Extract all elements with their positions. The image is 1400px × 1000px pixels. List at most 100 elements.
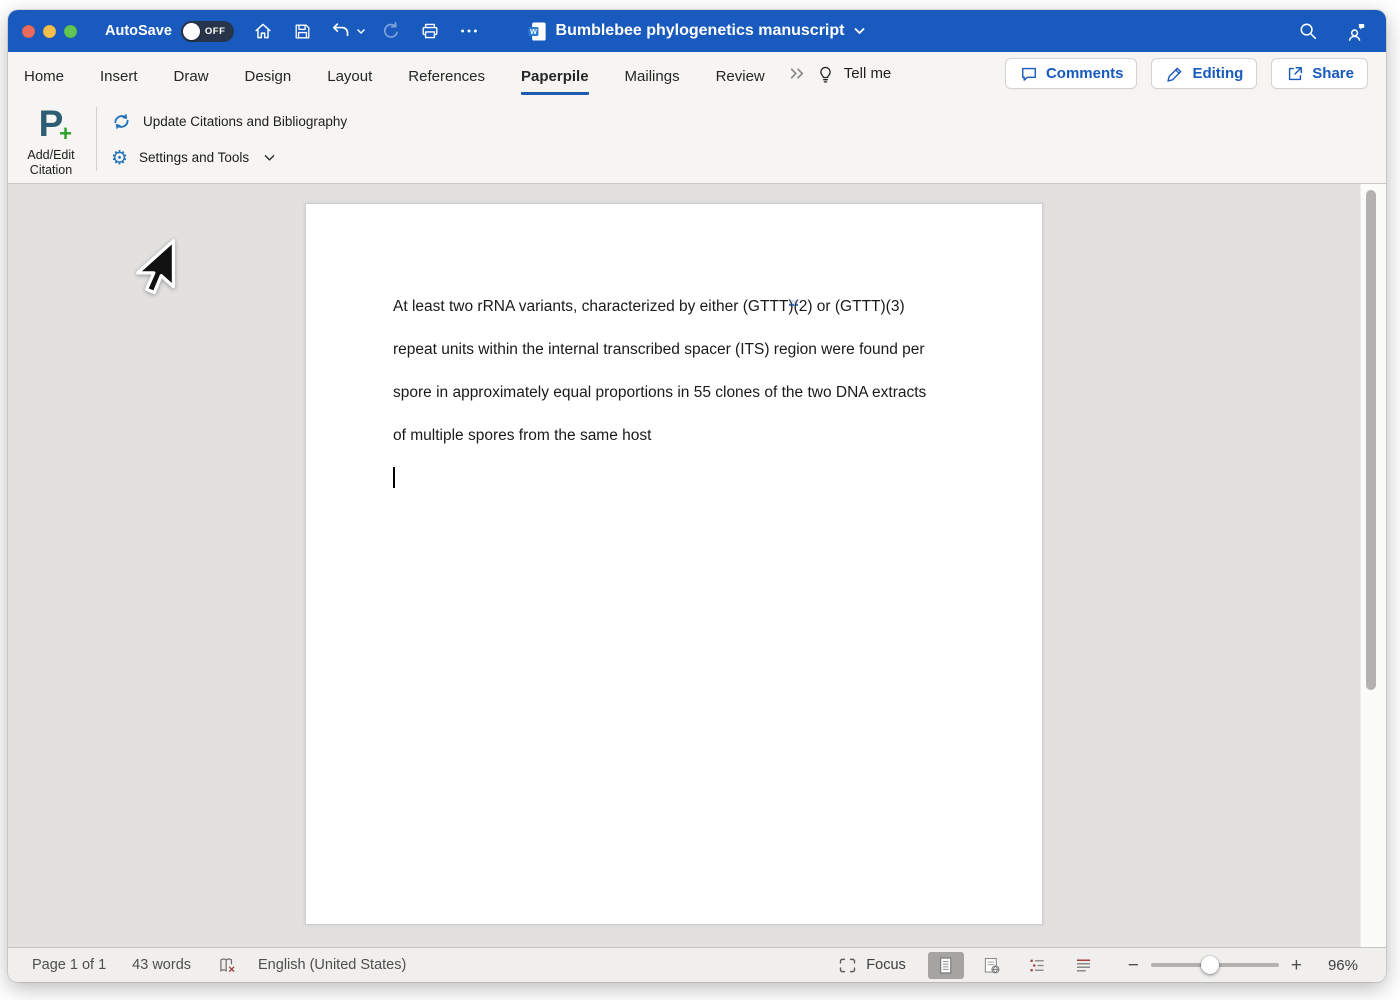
zoom-in-button[interactable]: + (1291, 956, 1302, 975)
traffic-lights (22, 25, 77, 38)
doc-line-1: At least two rRNA variants, characterize… (393, 285, 958, 328)
tab-layout[interactable]: Layout (327, 56, 372, 95)
account-presence-button[interactable] (1343, 18, 1370, 45)
outline-view-icon (1027, 955, 1048, 976)
ribbon-tabs-row: Home Insert Draw Design Layout Reference… (8, 52, 1386, 95)
share-label: Share (1312, 65, 1354, 82)
editing-label: Editing (1192, 65, 1243, 82)
focus-button[interactable]: Focus (837, 955, 906, 976)
redo-button[interactable] (378, 18, 405, 45)
search-button[interactable] (1294, 18, 1321, 45)
title-chevron-down-icon (853, 27, 865, 35)
pencil-icon (1165, 64, 1185, 84)
autosave-toggle[interactable]: OFF (181, 21, 234, 42)
svg-text:W: W (530, 27, 537, 36)
document-page[interactable]: At least two rRNA variants, characterize… (305, 203, 1043, 925)
doc-line-5 (393, 457, 958, 500)
tab-draw[interactable]: Draw (174, 56, 209, 95)
draft-view-icon (1073, 955, 1094, 976)
person-chat-icon (1345, 20, 1368, 43)
home-button[interactable] (250, 18, 277, 45)
paperpile-logo-icon: P+ (31, 104, 71, 144)
paperpile-logo-plus: + (59, 121, 72, 147)
citation-field-marker[interactable]: )( (788, 298, 798, 315)
language-selector[interactable]: English (United States) (258, 957, 406, 973)
ellipsis-icon (458, 20, 480, 42)
tab-mailings[interactable]: Mailings (625, 56, 680, 95)
gear-icon: ⚙ (111, 148, 128, 168)
comments-label: Comments (1046, 65, 1124, 82)
tab-insert[interactable]: Insert (100, 56, 138, 95)
autosave-label: AutoSave (105, 23, 172, 39)
save-icon (292, 21, 313, 42)
vertical-scrollbar-thumb[interactable] (1366, 190, 1376, 690)
zoom-controls: − + 96% (1128, 956, 1358, 975)
editing-mode-button[interactable]: Editing (1151, 58, 1257, 89)
tell-me-button[interactable]: Tell me (815, 63, 892, 85)
web-layout-icon (981, 955, 1002, 976)
zoom-out-button[interactable]: − (1128, 956, 1139, 975)
toggle-knob (183, 23, 200, 40)
fullscreen-button[interactable] (64, 25, 77, 38)
autosave-control: AutoSave OFF (105, 21, 234, 42)
settings-chevron-down-icon (264, 154, 275, 162)
document-title: Bumblebee phylogenetics manuscript (556, 22, 845, 40)
add-edit-citation-label-line2: Citation (27, 163, 74, 178)
minimize-button[interactable] (43, 25, 56, 38)
print-button[interactable] (417, 18, 444, 45)
save-button[interactable] (289, 18, 316, 45)
tab-paperpile[interactable]: Paperpile (521, 56, 589, 95)
settings-tools-button[interactable]: ⚙ Settings and Tools (111, 148, 347, 168)
add-edit-citation-button[interactable]: P+ Add/Edit Citation (18, 95, 84, 183)
word-window: AutoSave OFF (8, 10, 1386, 982)
tell-me-label: Tell me (844, 65, 892, 82)
undo-button[interactable] (328, 18, 355, 45)
doc-line-3: spore in approximately equal proportions… (393, 371, 958, 414)
close-button[interactable] (22, 25, 35, 38)
outline-view-button[interactable] (1020, 952, 1056, 979)
focus-label: Focus (866, 957, 906, 973)
refresh-sync-icon (111, 111, 132, 132)
page-indicator[interactable]: Page 1 of 1 (32, 957, 106, 973)
status-bar: Page 1 of 1 43 words English (United Sta… (8, 947, 1386, 982)
proofing-status-button[interactable] (217, 955, 238, 976)
printer-icon (419, 20, 441, 42)
tab-design[interactable]: Design (245, 56, 292, 95)
word-count[interactable]: 43 words (132, 957, 191, 973)
update-citations-label: Update Citations and Bibliography (143, 114, 347, 129)
titlebar: AutoSave OFF (8, 10, 1386, 52)
web-layout-view-button[interactable] (974, 952, 1010, 979)
comments-button[interactable]: Comments (1005, 58, 1138, 89)
zoom-level[interactable]: 96% (1314, 957, 1358, 974)
vertical-scrollbar-track[interactable] (1360, 184, 1386, 947)
zoom-slider-thumb[interactable] (1201, 956, 1219, 974)
doc-line-1-post: 2) or (GTTT)(3) (799, 298, 905, 315)
focus-brackets-icon (837, 955, 858, 976)
text-caret (393, 467, 395, 488)
doc-line-4: of multiple spores from the same host (393, 414, 958, 457)
print-layout-view-button[interactable] (928, 952, 964, 979)
draft-view-button[interactable] (1066, 952, 1102, 979)
undo-dropdown-chevron-icon[interactable] (356, 28, 366, 35)
spellcheck-book-icon (217, 955, 238, 976)
redo-icon (380, 20, 402, 42)
share-button[interactable]: Share (1271, 58, 1368, 89)
home-icon (252, 20, 274, 42)
tab-references[interactable]: References (408, 56, 485, 95)
document-title-menu[interactable]: W Bumblebee phylogenetics manuscript (529, 21, 866, 42)
update-citations-button[interactable]: Update Citations and Bibliography (111, 111, 347, 132)
more-commands-button[interactable] (456, 18, 483, 45)
comment-bubble-icon (1019, 64, 1039, 84)
ribbon-group-divider (96, 107, 97, 171)
search-icon (1297, 20, 1319, 42)
undo-icon (330, 20, 352, 42)
document-paragraph: At least two rRNA variants, characterize… (306, 204, 1042, 500)
tab-review[interactable]: Review (716, 56, 765, 95)
view-switcher (928, 952, 1102, 979)
settings-tools-label: Settings and Tools (139, 150, 249, 165)
zoom-slider[interactable] (1151, 963, 1279, 967)
add-edit-citation-label-line1: Add/Edit (27, 148, 74, 163)
tab-home[interactable]: Home (24, 56, 64, 95)
more-tabs-chevrons-icon[interactable] (789, 66, 806, 81)
doc-line-2: repeat units within the internal transcr… (393, 328, 958, 371)
